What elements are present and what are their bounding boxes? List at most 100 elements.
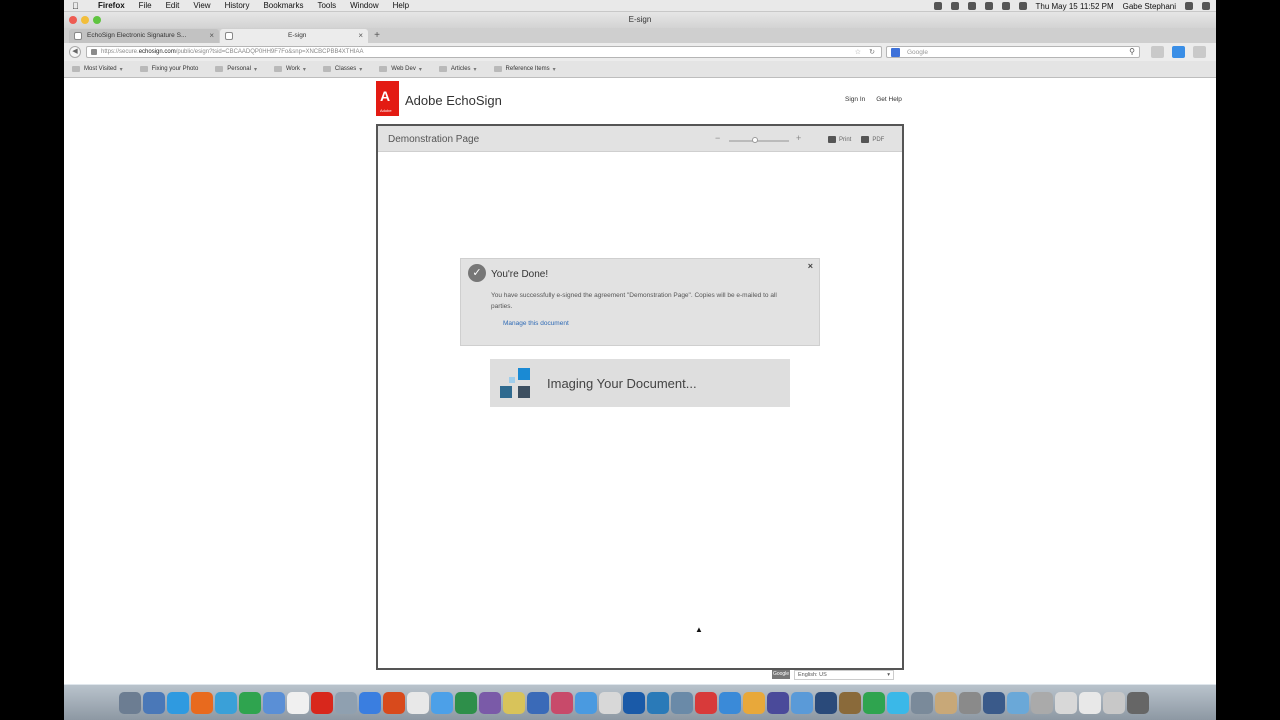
menubar-user[interactable]: Gabe Stephani — [1123, 2, 1176, 11]
dock-app-icon[interactable] — [431, 692, 453, 714]
dock-app-icon[interactable] — [359, 692, 381, 714]
dock-app-icon[interactable] — [287, 692, 309, 714]
dock-app-icon[interactable] — [863, 692, 885, 714]
dock-app-icon[interactable] — [1031, 692, 1053, 714]
dock-app-icon[interactable] — [959, 692, 981, 714]
menu-help[interactable]: Help — [393, 1, 409, 10]
close-tab-icon[interactable]: × — [358, 31, 363, 40]
menu-window[interactable]: Window — [350, 1, 378, 10]
dock-app-icon[interactable] — [815, 692, 837, 714]
dock-app-icon[interactable] — [911, 692, 933, 714]
close-icon[interactable]: × — [808, 261, 813, 271]
status-icon[interactable] — [933, 2, 942, 10]
dock-app-icon[interactable] — [599, 692, 621, 714]
dock-app-icon[interactable] — [1127, 692, 1149, 714]
bookmark-folder[interactable]: Articles ▾ — [438, 66, 477, 73]
spotlight-icon[interactable] — [1185, 2, 1193, 10]
bookmark-item[interactable]: Most Visited ▾ — [72, 66, 123, 73]
dock-app-icon[interactable] — [1007, 692, 1029, 714]
manage-document-link[interactable]: Manage this document — [503, 320, 569, 327]
back-button[interactable]: ◀ — [69, 46, 81, 58]
dock-app-icon[interactable] — [167, 692, 189, 714]
dock-app-icon[interactable] — [263, 692, 285, 714]
wifi-icon[interactable] — [984, 2, 993, 10]
menu-history[interactable]: History — [225, 1, 250, 10]
tab-esign[interactable]: E-sign × — [220, 29, 368, 43]
dock-app-icon[interactable] — [455, 692, 477, 714]
menubar-clock[interactable]: Thu May 15 11:52 PM — [1036, 2, 1114, 11]
zoom-slider[interactable]: − + — [715, 133, 801, 144]
reload-icon[interactable]: ↻ — [869, 48, 875, 56]
dock-app-icon[interactable] — [575, 692, 597, 714]
bookmark-folder[interactable]: Personal ▾ — [215, 66, 257, 73]
dock-app-icon[interactable] — [119, 692, 141, 714]
bookmark-item[interactable]: Fixing your Photo — [139, 66, 198, 72]
dock-app-icon[interactable] — [671, 692, 693, 714]
dock-app-icon[interactable] — [551, 692, 573, 714]
dock-app-icon[interactable] — [1103, 692, 1125, 714]
dock-app-icon[interactable] — [503, 692, 525, 714]
dock-app-icon[interactable] — [623, 692, 645, 714]
dock-app-icon[interactable] — [215, 692, 237, 714]
menu-tools[interactable]: Tools — [317, 1, 336, 10]
volume-icon[interactable] — [1001, 2, 1010, 10]
dock-app-icon[interactable] — [935, 692, 957, 714]
dock-app-icon[interactable] — [767, 692, 789, 714]
battery-icon[interactable] — [1018, 2, 1027, 10]
language-select[interactable]: English: US ▾ — [794, 669, 894, 680]
dock-app-icon[interactable] — [479, 692, 501, 714]
zoom-out-icon[interactable]: − — [715, 133, 720, 143]
dock-app-icon[interactable] — [191, 692, 213, 714]
search-input[interactable]: Google ⚲ — [886, 46, 1140, 58]
adobe-logo[interactable]: A Adobe — [376, 81, 399, 116]
dock-app-icon[interactable] — [983, 692, 1005, 714]
status-icon[interactable] — [950, 2, 959, 10]
search-icon[interactable]: ⚲ — [1129, 47, 1135, 56]
dock-app-icon[interactable] — [335, 692, 357, 714]
bookmark-folder[interactable]: Reference Items ▾ — [493, 66, 556, 73]
download-icon[interactable] — [1172, 46, 1185, 58]
menu-edit[interactable]: Edit — [166, 1, 180, 10]
search-engine-icon[interactable] — [891, 48, 900, 57]
bookmark-folder[interactable]: Classes ▾ — [322, 66, 362, 73]
dock-app-icon[interactable] — [887, 692, 909, 714]
menu-file[interactable]: File — [139, 1, 152, 10]
menu-bookmarks[interactable]: Bookmarks — [263, 1, 303, 10]
dock-app-icon[interactable] — [695, 692, 717, 714]
sign-in-link[interactable]: Sign In — [845, 96, 865, 103]
bookmark-folder[interactable]: Web Dev ▾ — [379, 66, 422, 73]
menu-icon[interactable] — [1193, 46, 1206, 58]
notification-list-icon[interactable] — [1202, 2, 1210, 10]
pdf-button[interactable]: PDF — [861, 136, 884, 143]
dock-app-icon[interactable] — [239, 692, 261, 714]
dock-app-icon[interactable] — [791, 692, 813, 714]
bookmark-folder[interactable]: Work ▾ — [274, 66, 306, 73]
get-help-link[interactable]: Get Help — [876, 96, 902, 103]
menu-view[interactable]: View — [193, 1, 210, 10]
print-button[interactable]: Print — [828, 136, 851, 143]
close-tab-icon[interactable]: × — [209, 31, 214, 40]
zoom-handle[interactable] — [752, 137, 758, 143]
status-icon[interactable] — [967, 2, 976, 10]
star-icon[interactable]: ☆ — [855, 48, 861, 56]
dock-app-icon[interactable] — [719, 692, 741, 714]
dock-app-icon[interactable] — [839, 692, 861, 714]
dock-app-icon[interactable] — [743, 692, 765, 714]
apple-icon[interactable]:  — [72, 1, 88, 11]
dock-app-icon[interactable] — [383, 692, 405, 714]
dock-app-icon[interactable] — [311, 692, 333, 714]
done-message: You have successfully e-signed the agree… — [491, 292, 777, 310]
tab-echosign[interactable]: EchoSign Electronic Signature S... × — [69, 29, 219, 43]
zoom-track[interactable] — [729, 140, 789, 142]
dock-app-icon[interactable] — [407, 692, 429, 714]
menu-app[interactable]: Firefox — [98, 1, 125, 10]
dock-app-icon[interactable] — [647, 692, 669, 714]
dock-app-icon[interactable] — [1055, 692, 1077, 714]
new-tab-button[interactable]: + — [370, 31, 384, 41]
dock-app-icon[interactable] — [1079, 692, 1101, 714]
dock-app-icon[interactable] — [143, 692, 165, 714]
dock-app-icon[interactable] — [527, 692, 549, 714]
home-icon[interactable] — [1151, 46, 1164, 58]
zoom-in-icon[interactable]: + — [796, 133, 801, 143]
url-bar[interactable]: https://secure.echosign.com/public/esign… — [86, 46, 882, 58]
